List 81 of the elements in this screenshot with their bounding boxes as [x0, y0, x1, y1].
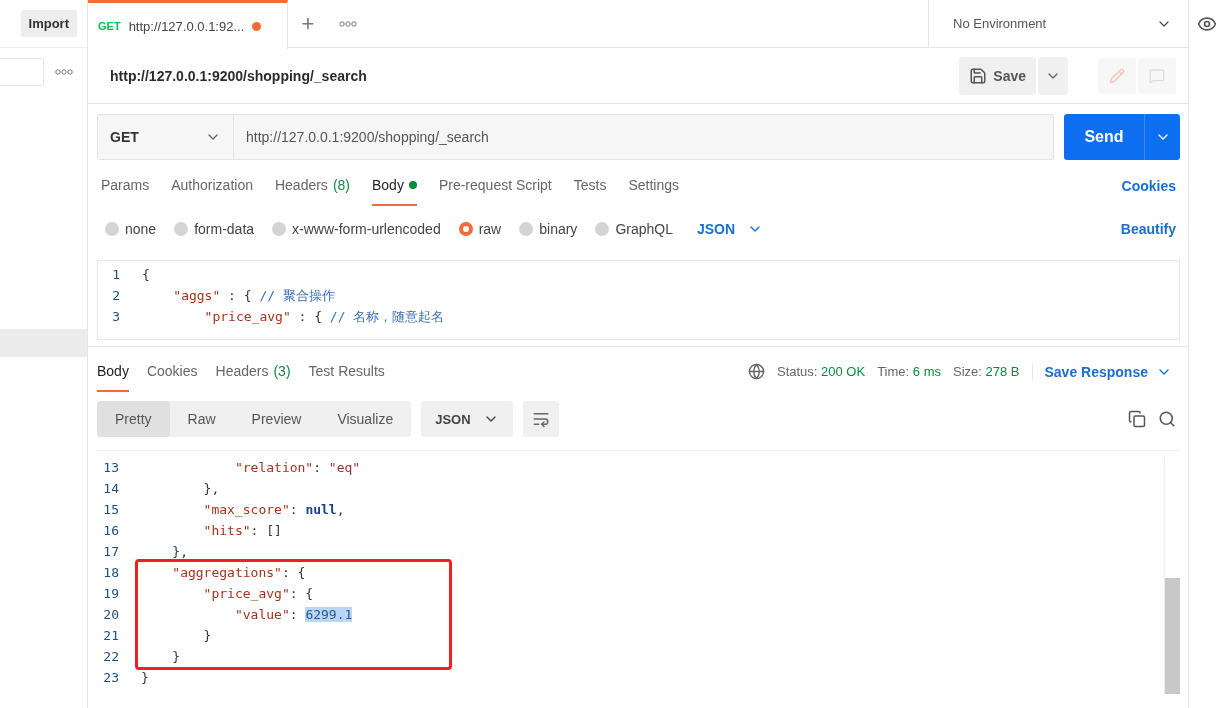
request-section-tab[interactable]: Authorization: [171, 166, 253, 206]
import-button[interactable]: Import: [20, 10, 77, 37]
code-line: },: [171, 544, 188, 559]
code-line: }: [171, 649, 181, 664]
request-section-tab[interactable]: Settings: [628, 166, 680, 206]
eye-icon[interactable]: [1196, 14, 1217, 34]
line-number: 1: [111, 267, 121, 282]
more-icon[interactable]: [54, 69, 74, 75]
body-type-radio[interactable]: none: [105, 221, 157, 237]
tab-title: http://127.0.0.1:92...: [128, 18, 245, 34]
request-section-tab[interactable]: Body: [372, 166, 417, 206]
view-mode-tab[interactable]: Pretty: [97, 401, 170, 437]
format-dropdown[interactable]: JSON: [690, 220, 770, 238]
request-section-tab[interactable]: Pre-request Script: [438, 166, 552, 206]
pencil-icon: [1109, 67, 1125, 84]
method-label: GET: [98, 20, 121, 32]
request-body-editor[interactable]: 1 { 2 "aggs" : { // 聚合操作 3 "price_avg" : { // 名称，随意起名: [97, 260, 1180, 340]
save-response-button[interactable]: Save Response: [1031, 362, 1178, 381]
line-number: 16: [102, 523, 120, 538]
code-line: },: [202, 481, 220, 496]
view-mode-tab[interactable]: Preview: [233, 401, 320, 437]
code-line: "aggs" : { // 聚合操作: [172, 286, 335, 305]
save-options-button[interactable]: [1038, 56, 1068, 95]
body-type-radio[interactable]: GraphQL: [595, 221, 673, 237]
request-title: http://127.0.0.1:9200/shopping/_search: [110, 67, 367, 84]
request-section-tab[interactable]: Headers (8): [274, 166, 350, 206]
response-tab[interactable]: Headers (3): [215, 351, 291, 392]
response-tab[interactable]: Cookies: [146, 351, 198, 392]
request-section-tab[interactable]: Params: [101, 166, 150, 206]
response-tab[interactable]: Test Results: [308, 351, 385, 392]
line-number: 23: [102, 670, 120, 685]
code-line: "price_avg": {: [202, 586, 314, 601]
wrap-button[interactable]: [522, 401, 559, 437]
line-number: 18: [102, 565, 120, 580]
globe-icon: [747, 363, 765, 380]
selected-sidebar-item[interactable]: [0, 329, 87, 357]
code-line: {: [142, 267, 150, 282]
code-line: "relation": "eq": [233, 460, 361, 475]
edit-button[interactable]: [1098, 57, 1136, 94]
new-tab-button[interactable]: +: [288, 0, 328, 47]
line-number: 14: [102, 481, 120, 496]
body-type-radio[interactable]: x-www-form-urlencoded: [272, 221, 441, 237]
code-line: "value": 6299.1: [233, 607, 353, 622]
body-type-radio[interactable]: form-data: [174, 221, 255, 237]
line-number: 15: [102, 502, 120, 517]
comment-button[interactable]: [1138, 57, 1176, 94]
code-line: "price_avg" : { // 名称，随意起名: [203, 307, 445, 326]
response-stat: Size: 278 B: [953, 364, 1020, 379]
save-button[interactable]: Save: [959, 56, 1036, 95]
scrollbar-thumb[interactable]: [1165, 578, 1180, 694]
body-type-radio[interactable]: binary: [519, 221, 578, 237]
line-number: 20: [102, 607, 120, 622]
code-line: "max_score": null,: [202, 502, 345, 517]
search-icon[interactable]: [1158, 410, 1176, 428]
code-line: }: [202, 628, 212, 643]
body-type-radio[interactable]: raw: [458, 221, 502, 237]
line-number: 21: [102, 628, 120, 643]
environment-dropdown[interactable]: No Environment: [928, 0, 1188, 47]
beautify-link[interactable]: Beautify: [1120, 221, 1176, 237]
line-number: 17: [102, 544, 120, 559]
copy-icon[interactable]: [1128, 410, 1146, 428]
response-tab[interactable]: Body: [97, 351, 129, 392]
response-stat: Time: 6 ms: [877, 364, 941, 379]
line-number: 3: [111, 309, 121, 324]
request-tab[interactable]: GET http://127.0.0.1:92...: [88, 0, 288, 49]
cookies-link[interactable]: Cookies: [1121, 178, 1176, 194]
view-mode-tab[interactable]: Raw: [169, 401, 234, 437]
line-number: 22: [102, 649, 120, 664]
line-number: 13: [102, 460, 120, 475]
line-number: 19: [102, 586, 120, 601]
save-icon: [969, 66, 988, 85]
code-line: "hits": []: [202, 523, 282, 538]
code-line: }: [141, 670, 149, 685]
code-line: "aggregations": {: [171, 565, 306, 580]
request-section-tab[interactable]: Tests: [573, 166, 607, 206]
response-format-dropdown[interactable]: JSON: [421, 401, 513, 437]
wrap-lines-icon: [531, 410, 550, 428]
line-number: 2: [111, 288, 121, 303]
view-mode-tab[interactable]: Visualize: [319, 401, 412, 437]
comment-icon: [1149, 67, 1165, 84]
response-stat: Status: 200 OK: [776, 364, 866, 379]
